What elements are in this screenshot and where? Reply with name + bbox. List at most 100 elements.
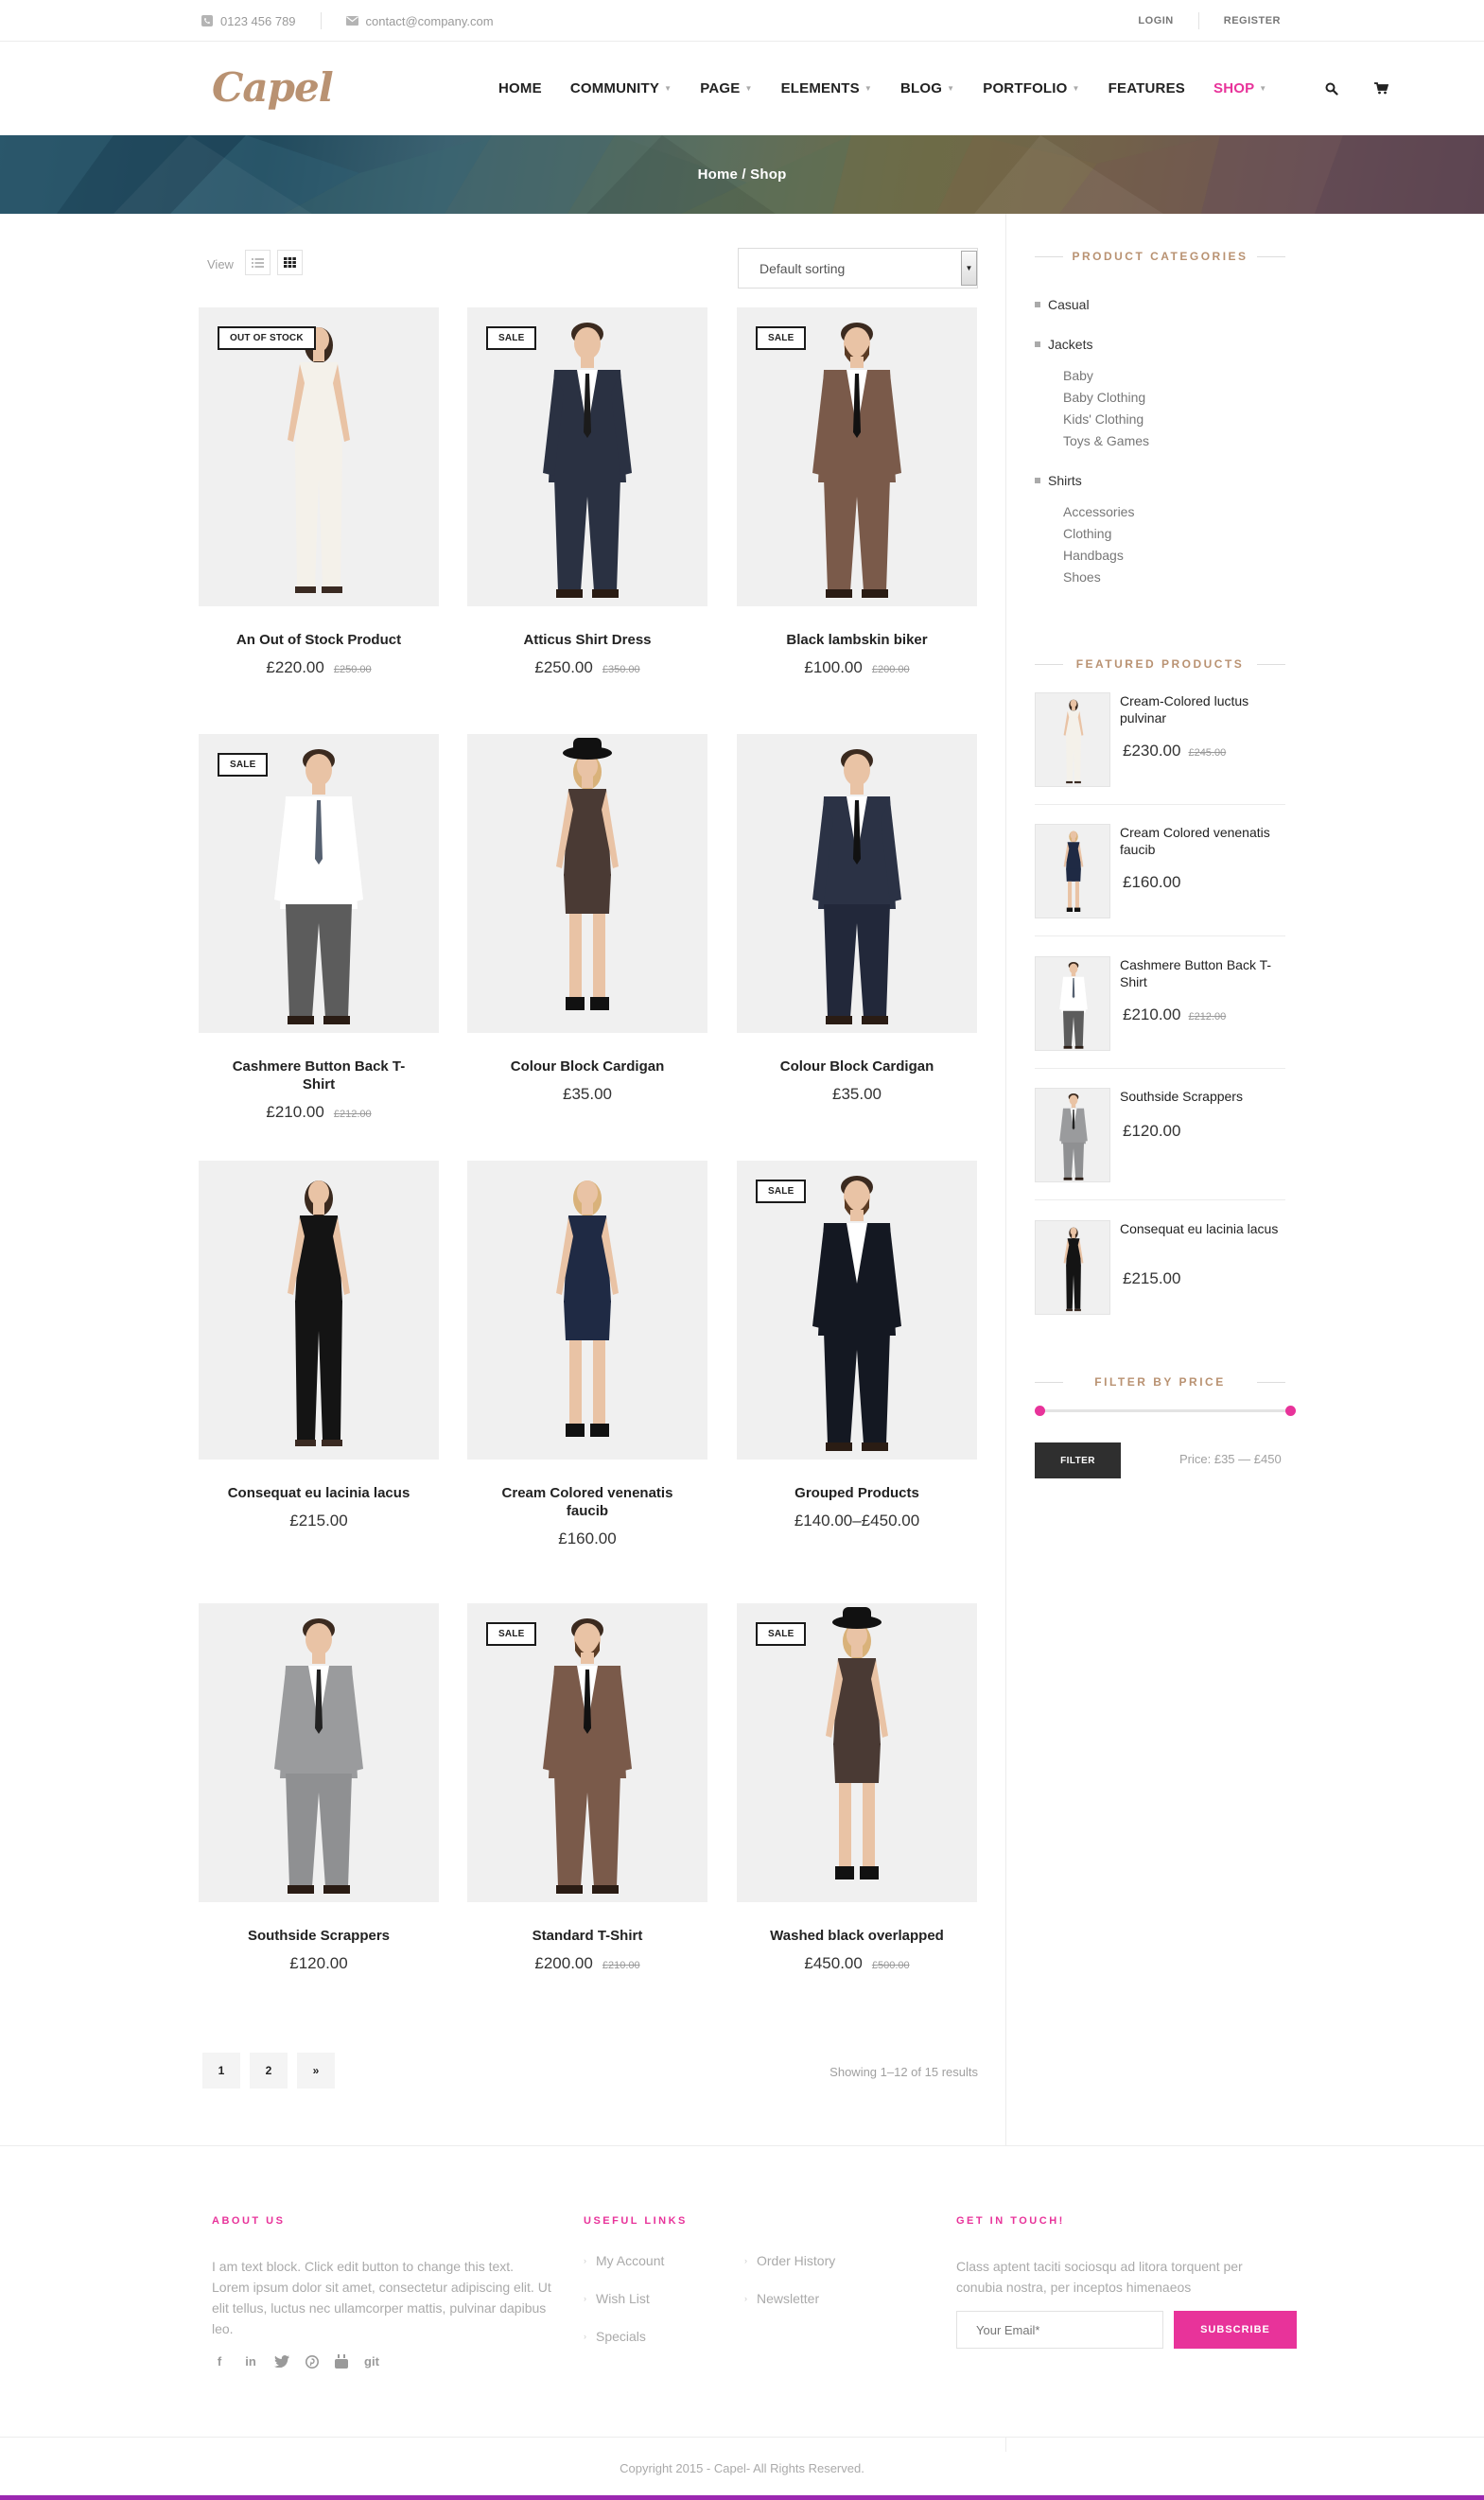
product-name[interactable]: Atticus Shirt Dress	[467, 631, 707, 649]
category-casual[interactable]: Casual	[1035, 297, 1090, 312]
product-card[interactable]: SALE Grouped Products £140.00–£450.00	[737, 1161, 977, 1530]
nav-shop[interactable]: SHOP ▼	[1213, 80, 1266, 96]
featured-product-thumb[interactable]	[1035, 1088, 1110, 1182]
featured-product-title[interactable]: Consequat eu lacinia lacus	[1120, 1220, 1285, 1237]
product-card[interactable]: Cream Colored venenatis faucib £160.00	[467, 1161, 707, 1548]
nav-blog[interactable]: BLOG ▼	[900, 80, 954, 96]
featured-product[interactable]: Cream-Colored luctus pulvinar £230.00 £245…	[1035, 692, 1285, 787]
nav-portfolio[interactable]: PORTFOLIO ▼	[983, 80, 1079, 96]
product-image[interactable]	[199, 1161, 439, 1460]
featured-product-thumb[interactable]	[1035, 692, 1110, 787]
search-icon[interactable]	[1325, 82, 1339, 96]
product-card[interactable]: Colour Block Cardigan £35.00	[737, 734, 977, 1104]
youtube-icon[interactable]	[335, 2354, 348, 2369]
featured-product-thumb[interactable]	[1035, 1220, 1110, 1315]
price-slider-max-handle[interactable]	[1285, 1406, 1296, 1416]
sorting-select[interactable]: Default sorting ▼	[738, 248, 978, 288]
featured-product[interactable]: Cashmere Button Back T-Shirt £210.00 £212.…	[1035, 956, 1285, 1051]
login-link[interactable]: LOGIN	[1138, 15, 1173, 26]
product-name[interactable]: Standard T-Shirt	[467, 1927, 707, 1945]
product-name[interactable]: Cream Colored venenatis faucib	[467, 1484, 707, 1520]
product-price: £120.00	[289, 1954, 348, 1972]
product-card[interactable]: SALE Standard T-Shirt £200.00 £210.00	[467, 1603, 707, 1973]
product-name[interactable]: Washed black overlapped	[737, 1927, 977, 1945]
category-jackets[interactable]: Jackets	[1035, 337, 1092, 352]
next-page-button[interactable]: »	[297, 2053, 335, 2089]
filter-button[interactable]: FILTER	[1035, 1442, 1121, 1478]
product-image[interactable]: SALE	[737, 1603, 977, 1902]
twitter-icon[interactable]	[274, 2355, 289, 2368]
product-image[interactable]: SALE	[467, 1603, 707, 1902]
product-image[interactable]	[467, 734, 707, 1033]
product-card[interactable]: Southside Scrappers £120.00	[199, 1603, 439, 1973]
git-icon[interactable]: git	[364, 2354, 379, 2369]
product-image[interactable]	[737, 734, 977, 1033]
featured-product-title[interactable]: Cream Colored venenatis faucib	[1120, 824, 1285, 858]
featured-product-title[interactable]: Southside Scrappers	[1120, 1088, 1285, 1105]
product-image[interactable]: SALE	[737, 307, 977, 606]
grid-view-button[interactable]	[277, 250, 303, 275]
linkedin-icon[interactable]: in	[243, 2354, 258, 2369]
subscribe-button[interactable]: SUBSCRIBE	[1174, 2311, 1297, 2349]
featured-product-title[interactable]: Cream-Colored luctus pulvinar	[1120, 692, 1285, 726]
link-order-history[interactable]: › Order History	[744, 2253, 835, 2268]
cart-icon[interactable]	[1374, 82, 1389, 95]
subcategory-accessories[interactable]: Accessories	[1063, 504, 1134, 519]
product-image[interactable]: SALE	[199, 734, 439, 1033]
product-name[interactable]: Colour Block Cardigan	[467, 1058, 707, 1075]
subscribe-email-input[interactable]	[956, 2311, 1163, 2349]
product-name[interactable]: Black lambskin biker	[737, 631, 977, 649]
product-image[interactable]	[199, 1603, 439, 1902]
nav-home[interactable]: HOME	[498, 80, 542, 96]
product-name[interactable]: Grouped Products	[737, 1484, 977, 1502]
page-2-button[interactable]: 2	[250, 2053, 288, 2089]
product-image[interactable]: OUT OF STOCK	[199, 307, 439, 606]
product-card[interactable]: OUT OF STOCK An Out of Stock Product £220.…	[199, 307, 439, 677]
product-card[interactable]: Colour Block Cardigan £35.00	[467, 734, 707, 1104]
link-newsletter[interactable]: › Newsletter	[744, 2291, 819, 2306]
product-name[interactable]: An Out of Stock Product	[199, 631, 439, 649]
product-name[interactable]: Colour Block Cardigan	[737, 1058, 977, 1075]
product-card[interactable]: SALE Atticus Shirt Dress £250.00 £350.00	[467, 307, 707, 677]
featured-product[interactable]: Southside Scrappers £120.00	[1035, 1088, 1285, 1182]
product-image[interactable]	[467, 1161, 707, 1460]
register-link[interactable]: REGISTER	[1224, 15, 1281, 26]
product-name[interactable]: Southside Scrappers	[199, 1927, 439, 1945]
contact-email[interactable]: contact@company.com	[366, 14, 494, 28]
pinterest-icon[interactable]	[306, 2354, 319, 2369]
category-shirts[interactable]: Shirts	[1035, 473, 1082, 488]
list-view-button[interactable]	[245, 250, 271, 275]
subcategory-toys-games[interactable]: Toys & Games	[1063, 433, 1149, 448]
nav-community[interactable]: COMMUNITY ▼	[570, 80, 672, 96]
nav-elements[interactable]: ELEMENTS ▼	[781, 80, 872, 96]
product-name[interactable]: Cashmere Button Back T-Shirt	[199, 1058, 439, 1093]
subcategory-handbags[interactable]: Handbags	[1063, 548, 1124, 563]
link-wish-list[interactable]: › Wish List	[584, 2291, 650, 2306]
product-card[interactable]: SALE Cashmere Button Back T-Shirt £210.00 £…	[199, 734, 439, 1122]
logo[interactable]: Capel	[212, 64, 334, 111]
price-slider-track[interactable]	[1039, 1409, 1291, 1412]
featured-product[interactable]: Cream Colored venenatis faucib £160.00	[1035, 824, 1285, 918]
featured-product-thumb[interactable]	[1035, 824, 1110, 918]
featured-product-thumb[interactable]	[1035, 956, 1110, 1051]
subcategory-baby-clothing[interactable]: Baby Clothing	[1063, 390, 1145, 405]
product-image[interactable]: SALE	[737, 1161, 977, 1460]
link-specials[interactable]: › Specials	[584, 2329, 646, 2344]
subcategory-clothing[interactable]: Clothing	[1063, 526, 1111, 541]
subcategory-kids-clothing[interactable]: Kids' Clothing	[1063, 411, 1144, 427]
page-1-button[interactable]: 1	[202, 2053, 240, 2089]
nav-features[interactable]: FEATURES	[1109, 80, 1185, 96]
price-slider-min-handle[interactable]	[1035, 1406, 1045, 1416]
featured-product-title[interactable]: Cashmere Button Back T-Shirt	[1120, 956, 1285, 990]
link-my-account[interactable]: › My Account	[584, 2253, 664, 2268]
nav-page[interactable]: PAGE ▼	[700, 80, 752, 96]
subcategory-shoes[interactable]: Shoes	[1063, 569, 1101, 585]
featured-product[interactable]: Consequat eu lacinia lacus £215.00	[1035, 1220, 1285, 1315]
product-card[interactable]: Consequat eu lacinia lacus £215.00	[199, 1161, 439, 1530]
subcategory-baby[interactable]: Baby	[1063, 368, 1093, 383]
facebook-icon[interactable]: f	[212, 2354, 227, 2369]
product-card[interactable]: SALE Black lambskin biker £100.00 £200.00	[737, 307, 977, 677]
product-card[interactable]: SALE Washed black overlapped £450.00 £500.0…	[737, 1603, 977, 1973]
product-image[interactable]: SALE	[467, 307, 707, 606]
product-name[interactable]: Consequat eu lacinia lacus	[199, 1484, 439, 1502]
